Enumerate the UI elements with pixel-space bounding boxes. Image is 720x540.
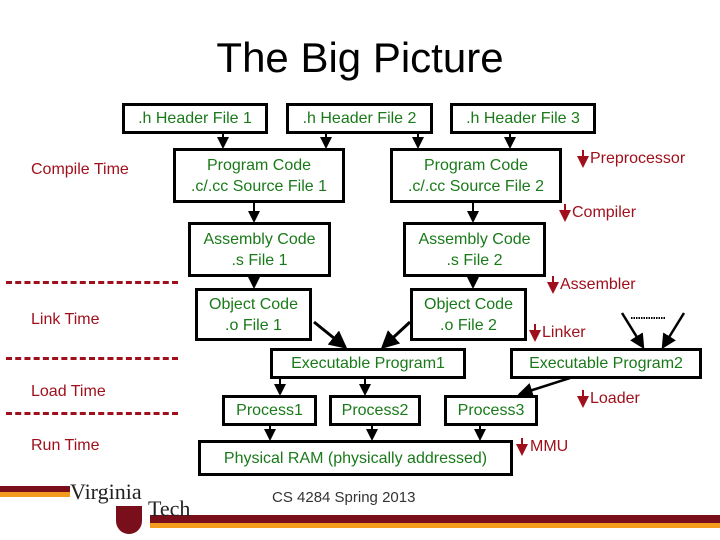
header-file-1: .h Header File 1 (122, 103, 268, 134)
logo-tech: Tech (148, 496, 191, 521)
assembly-code-2: Assembly Code .s File 2 (403, 222, 546, 277)
logo-virginia: Virginia (70, 479, 142, 504)
footer-text: CS 4284 Spring 2013 (272, 489, 416, 506)
box-label: Program Code (206, 156, 312, 174)
box-label: .c/.cc Source File 2 (407, 177, 545, 195)
logo-shield (116, 506, 142, 534)
box-label: .o File 2 (440, 316, 497, 334)
footer-bar (150, 523, 720, 528)
box-label: Program Code (423, 156, 529, 174)
tool-mmu: MMU (530, 438, 569, 455)
box-label: Object Code (424, 295, 513, 313)
executable-program-1: Executable Program1 (270, 348, 466, 379)
box-label: Assembly Code (418, 230, 531, 248)
box-label: .o File 1 (225, 316, 282, 334)
footer-bar (150, 515, 720, 523)
executable-program-2: Executable Program2 (510, 348, 702, 379)
header-file-3: .h Header File 3 (450, 103, 596, 134)
box-label: Object Code (209, 295, 298, 313)
box-label: Assembly Code (203, 230, 316, 248)
tool-loader: Loader (590, 390, 640, 407)
box-label: .s File 2 (446, 251, 503, 269)
box-label: Executable Program1 (291, 355, 445, 372)
footer-bar (0, 492, 70, 497)
tool-preprocessor: Preprocessor (590, 150, 686, 167)
process-3: Process3 (444, 395, 538, 426)
box-label: .h Header File 3 (466, 110, 580, 127)
program-code-2: Program Code .c/.cc Source File 2 (390, 148, 562, 203)
box-label: Process2 (341, 402, 409, 419)
box-label: Process1 (236, 402, 303, 419)
physical-ram: Physical RAM (physically addressed) (198, 440, 513, 476)
box-label: .c/.cc Source File 1 (190, 177, 328, 195)
box-label: .s File 1 (231, 251, 288, 269)
box-label: Physical RAM (physically addressed) (223, 449, 488, 467)
tool-assembler: Assembler (560, 276, 636, 293)
header-file-2: .h Header File 2 (286, 103, 433, 134)
assembly-code-1: Assembly Code .s File 1 (188, 222, 331, 277)
program-code-1: Program Code .c/.cc Source File 1 (173, 148, 345, 203)
tool-compiler: Compiler (572, 204, 637, 221)
object-code-2: Object Code .o File 2 (410, 288, 527, 341)
process-1: Process1 (222, 395, 317, 426)
process-2: Process2 (329, 395, 421, 426)
object-code-1: Object Code .o File 1 (195, 288, 312, 341)
box-label: Process3 (457, 402, 525, 419)
box-label: Executable Program2 (529, 355, 683, 372)
box-label: .h Header File 2 (302, 110, 417, 127)
tool-linker: Linker (542, 324, 586, 341)
box-label: .h Header File 1 (138, 110, 252, 127)
